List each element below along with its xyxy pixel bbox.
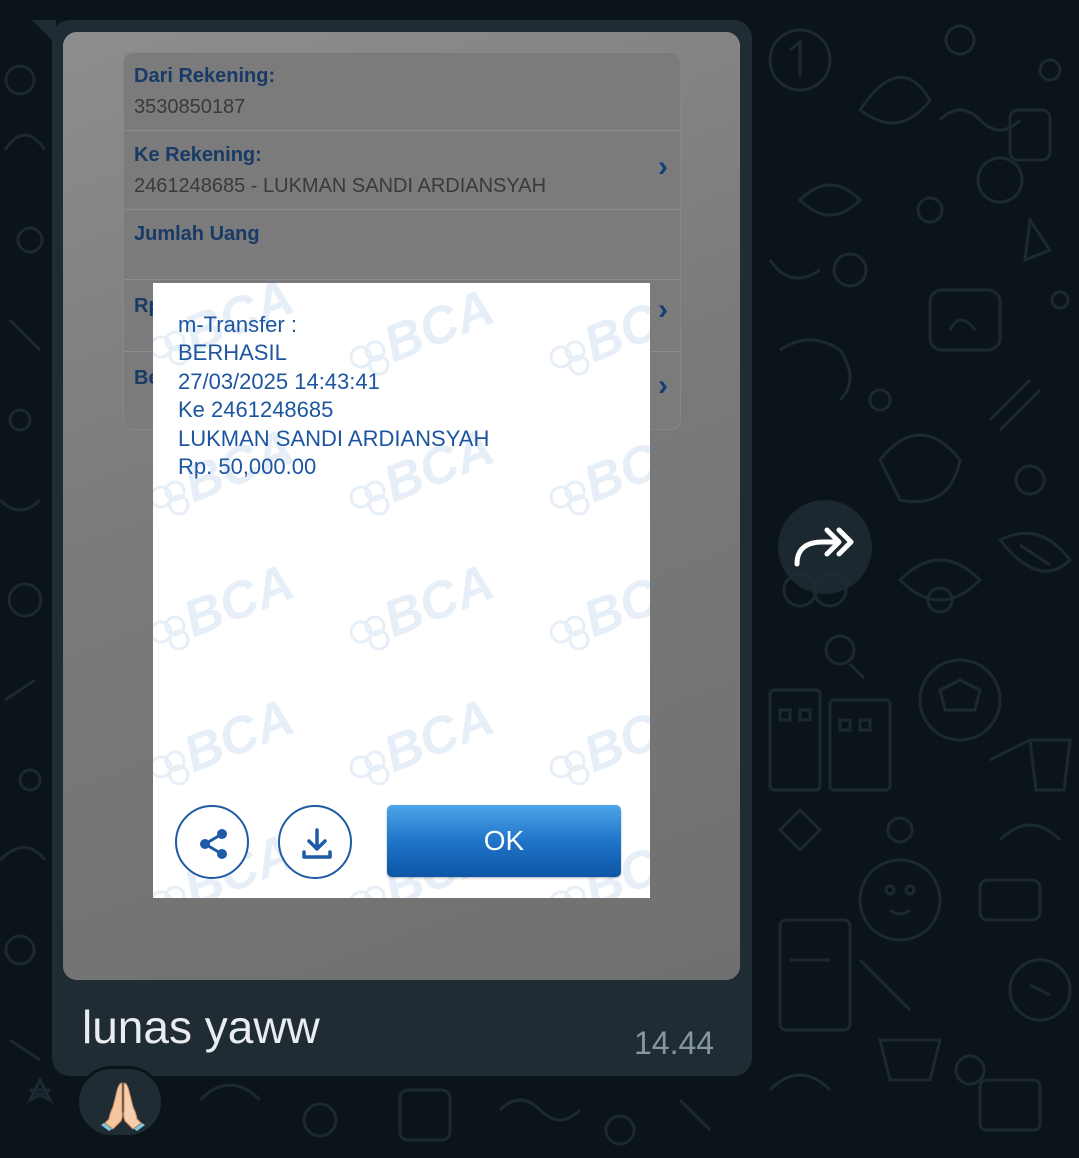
forward-button[interactable] (778, 500, 872, 594)
form-row-amount: Jumlah Uang (124, 209, 680, 280)
to-account-label: Ke Rekening: (134, 144, 262, 166)
from-account-label: Dari Rekening: (134, 65, 276, 87)
transfer-datetime: 27/03/2025 14:43:41 (178, 368, 380, 394)
chevron-right-icon: › (658, 293, 668, 326)
form-row-to: Ke Rekening: 2461248685 - LUKMAN SANDI A… (124, 130, 680, 210)
transfer-type: m-Transfer : (178, 312, 297, 337)
transfer-status: BERHASIL (178, 340, 287, 366)
message-caption: lunas yaww (82, 1001, 320, 1053)
forward-icon (794, 527, 854, 567)
chevron-right-icon: › (658, 150, 668, 183)
chevron-right-icon: › (658, 369, 668, 402)
reaction-badge[interactable] (76, 1066, 164, 1138)
transfer-success-dialog: BCA m-Transfer : BERHASIL 27/03/2025 14:… (153, 283, 650, 898)
download-button[interactable] (278, 805, 352, 879)
image-attachment[interactable]: Dari Rekening: 3530850187 Ke Rekening: 2… (63, 32, 740, 980)
transfer-amount: Rp. 50,000.00 (178, 454, 317, 480)
amount-label: Jumlah Uang (134, 223, 260, 245)
to-account-value: 2461248685 - LUKMAN SANDI ARDIANSYAH (134, 175, 547, 197)
form-row-from: Dari Rekening: 3530850187 (124, 53, 680, 131)
download-icon (302, 828, 332, 859)
share-icon (200, 829, 227, 859)
recipient-name: LUKMAN SANDI ARDIANSYAH (178, 425, 490, 451)
share-button[interactable] (175, 805, 249, 879)
folded-hands-emoji (101, 1082, 145, 1131)
ok-button[interactable]: OK (387, 805, 621, 877)
from-account-value: 3530850187 (134, 96, 246, 118)
message-time: 14.44 (634, 1025, 715, 1061)
transfer-message: m-Transfer : BERHASIL 27/03/2025 14:43:4… (178, 311, 489, 481)
destination-account: Ke 2461248685 (178, 397, 334, 423)
